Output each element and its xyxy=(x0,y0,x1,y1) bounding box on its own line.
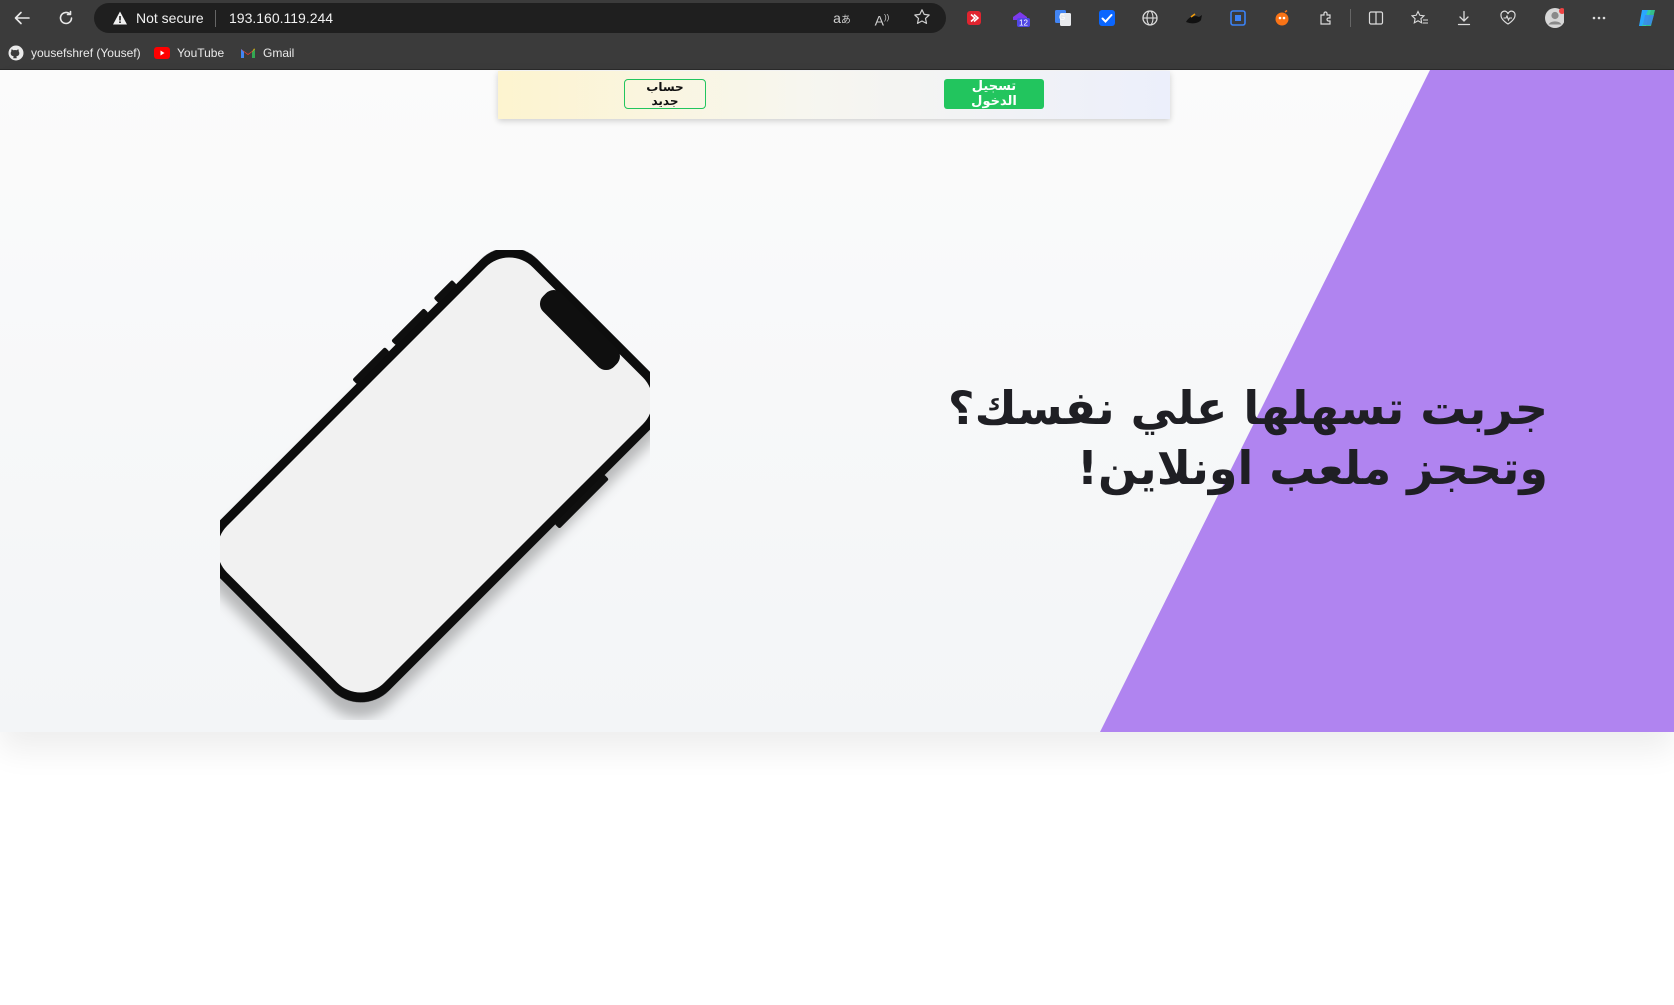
extensions-puzzle-icon[interactable] xyxy=(1316,8,1336,28)
browser-toolbar: Not secure 193.160.119.244 aあ A)) 12 G xyxy=(0,0,1674,36)
refresh-icon[interactable] xyxy=(52,4,80,32)
download-icon[interactable] xyxy=(1454,8,1474,28)
hero-section: حساب جديد تسجيل الدخول جربت تسهلها علي ن… xyxy=(0,70,1674,732)
youtube-icon xyxy=(154,45,170,61)
address-bar[interactable]: Not secure 193.160.119.244 aあ A)) xyxy=(94,3,946,33)
read-aloud-icon[interactable]: A)) xyxy=(872,8,892,29)
bookmark-label: Gmail xyxy=(263,46,295,60)
extension-badge-count: 12 xyxy=(1019,19,1028,28)
browser-essentials-icon[interactable] xyxy=(1498,8,1518,28)
back-icon[interactable] xyxy=(8,4,36,32)
github-icon xyxy=(8,45,24,61)
gmail-icon xyxy=(240,45,256,61)
bookmark-gmail[interactable]: Gmail xyxy=(240,44,294,62)
translate-icon[interactable]: aあ xyxy=(832,8,852,28)
extension-badge-icon[interactable]: 12 xyxy=(1010,8,1030,28)
extension-red-icon[interactable] xyxy=(964,8,984,28)
top-nav-bar: حساب جديد تسجيل الدخول xyxy=(498,71,1170,119)
security-status-label[interactable]: Not secure xyxy=(136,10,204,26)
bookmarks-bar: yousefshref (Yousef) YouTube Gmail xyxy=(0,36,1674,70)
headline-line-1: جربت تسهلها علي نفسك؟ xyxy=(947,381,1548,435)
phone-illustration xyxy=(220,250,650,703)
favorite-star-icon[interactable] xyxy=(912,8,932,28)
hero-headline: جربت تسهلها علي نفسك؟ وتحجز ملعب اونلاين… xyxy=(848,378,1548,498)
more-icon[interactable] xyxy=(1589,8,1609,28)
url-text[interactable]: 193.160.119.244 xyxy=(229,10,333,26)
orange-extension-icon[interactable] xyxy=(1272,8,1292,28)
bookmark-label: YouTube xyxy=(177,46,225,60)
toolbar-separator xyxy=(1350,9,1351,27)
checkmark-extension-icon[interactable] xyxy=(1097,8,1117,28)
favorites-icon[interactable] xyxy=(1410,8,1430,28)
screenshot-extension-icon[interactable] xyxy=(1228,8,1248,28)
headline-line-2: وتحجز ملعب اونلاين! xyxy=(1077,441,1548,495)
globe-icon[interactable] xyxy=(1140,8,1160,28)
svg-text:G: G xyxy=(1059,13,1065,22)
ninja-extension-icon[interactable] xyxy=(1184,8,1204,28)
split-screen-icon[interactable] xyxy=(1366,8,1386,28)
copilot-icon[interactable] xyxy=(1636,8,1656,28)
bookmark-github[interactable]: yousefshref (Yousef) xyxy=(8,44,141,62)
google-translate-icon[interactable]: G xyxy=(1053,8,1073,28)
profile-avatar-icon[interactable] xyxy=(1544,8,1564,28)
bookmark-youtube[interactable]: YouTube xyxy=(154,44,224,62)
address-separator xyxy=(215,10,216,27)
register-button[interactable]: حساب جديد xyxy=(624,79,706,109)
warning-icon xyxy=(112,10,128,26)
bookmark-label: yousefshref (Yousef) xyxy=(31,46,141,60)
login-button[interactable]: تسجيل الدخول xyxy=(944,79,1044,109)
